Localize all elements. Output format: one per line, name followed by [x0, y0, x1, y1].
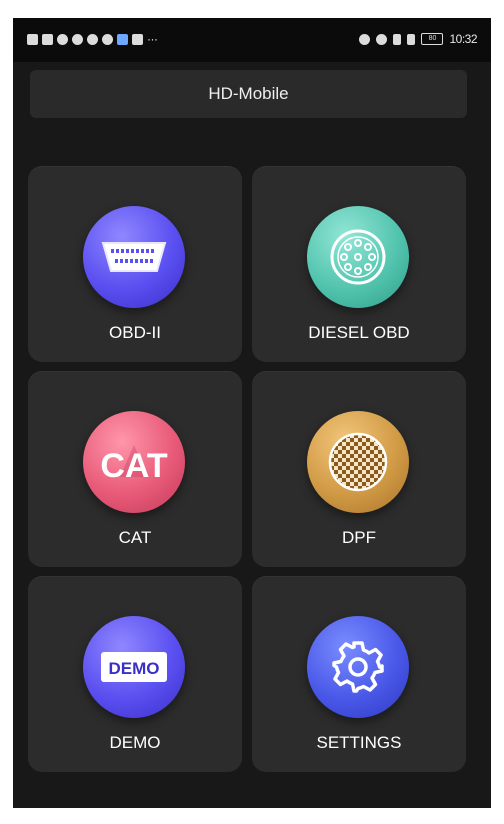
- eye-icon: [359, 33, 371, 45]
- tile-settings[interactable]: SETTINGS: [252, 576, 466, 772]
- sim-icon: [27, 33, 38, 45]
- demo-badge-icon: DEMO: [83, 616, 185, 718]
- battery-icon: 80: [421, 33, 444, 45]
- tile-label: OBD-II: [109, 323, 161, 342]
- tile-diesel-obd[interactable]: DIESEL OBD: [252, 166, 466, 362]
- app-title-bar: HD-Mobile: [30, 70, 467, 118]
- tile-obd-ii[interactable]: OBD-II: [28, 166, 242, 362]
- notification-icon: [72, 33, 83, 45]
- status-bar: ··· 80 10:32: [13, 18, 491, 62]
- dpf-filter-icon: [307, 411, 409, 513]
- wifi-icon: [57, 33, 68, 45]
- chat-icon: [102, 33, 113, 45]
- tile-label: CAT: [118, 528, 152, 547]
- svg-text:DEMO: DEMO: [109, 659, 160, 678]
- notification-icon: [87, 33, 98, 45]
- round-connector-icon: [307, 206, 409, 308]
- obd-connector-icon: [83, 206, 185, 308]
- app-notification-icon: [117, 33, 128, 45]
- vibrate-icon: [407, 33, 416, 45]
- tile-label: DIESEL OBD: [308, 323, 410, 342]
- tile-demo[interactable]: DEMO DEMO: [28, 576, 242, 772]
- tile-dpf[interactable]: DPF: [252, 371, 466, 567]
- cat-logo-icon: CAT: [83, 411, 185, 513]
- svg-text:CAT: CAT: [100, 447, 168, 485]
- signal-icon: [42, 33, 53, 45]
- app-title: HD-Mobile: [208, 84, 289, 103]
- status-left-icons: ···: [27, 32, 158, 46]
- phone-screen: ··· 80 10:32 HD-Mobile OBD-II DIESEL OBD…: [13, 18, 491, 808]
- clock: 10:32: [449, 32, 477, 46]
- tile-label: SETTINGS: [316, 733, 402, 752]
- tile-label: DPF: [342, 528, 376, 547]
- status-right-icons: 80 10:32: [359, 32, 477, 46]
- gear-icon: [307, 616, 409, 718]
- tile-label: DEMO: [109, 733, 161, 752]
- tile-cat[interactable]: CAT CAT: [28, 371, 242, 567]
- mail-icon: [132, 33, 143, 45]
- bluetooth-icon: [393, 33, 402, 45]
- more-notifications-icon: ···: [147, 32, 158, 46]
- alarm-icon: [376, 33, 388, 45]
